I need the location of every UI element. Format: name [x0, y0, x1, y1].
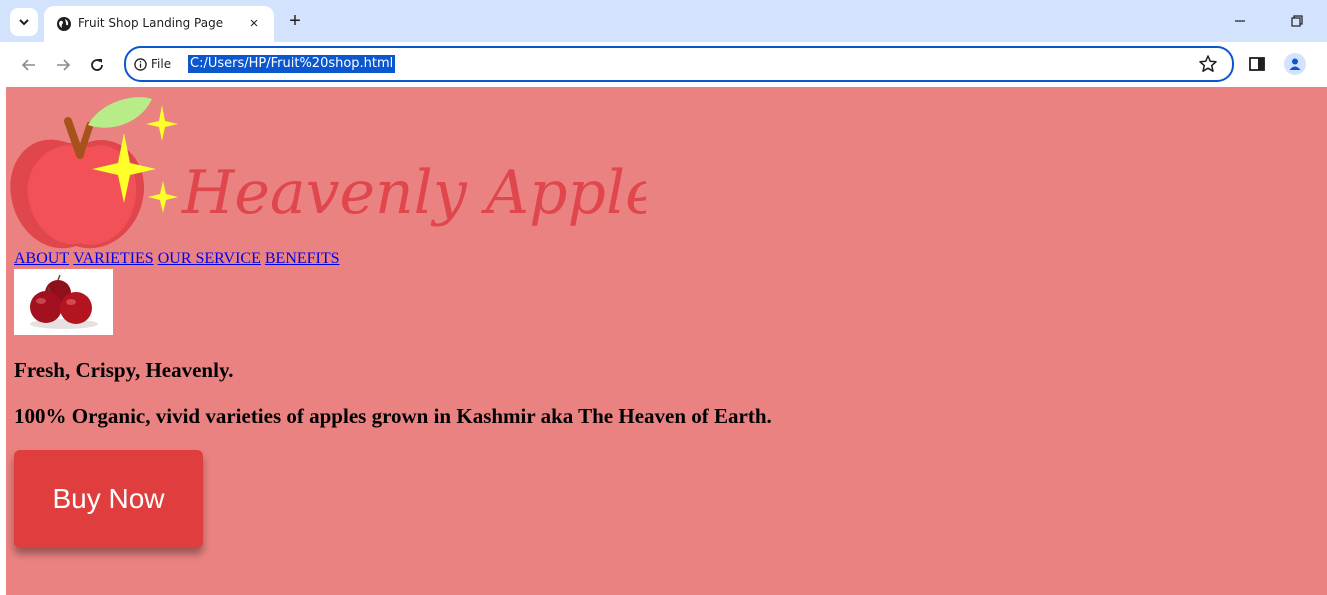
buy-now-button[interactable]: Buy Now	[14, 450, 203, 548]
page-viewport: Heavenly Apple ABOUT VARIETIES OUR SERVICE…	[6, 87, 1327, 595]
address-bar[interactable]: File C:/Users/HP/Fruit%20shop.html	[124, 46, 1234, 82]
heavenly-apple-logo: Heavenly Apple	[10, 97, 646, 249]
back-arrow-icon	[21, 59, 35, 71]
reload-button[interactable]	[86, 54, 108, 76]
nav-link-about[interactable]: ABOUT	[14, 250, 69, 267]
site-info-chip[interactable]: File	[134, 55, 171, 73]
main-nav: ABOUT VARIETIES OUR SERVICE BENEFITS	[14, 250, 344, 268]
tab-title: Fruit Shop Landing Page	[78, 16, 224, 30]
nav-link-our-service[interactable]: OUR SERVICE	[158, 250, 261, 267]
browser-toolbar: File C:/Users/HP/Fruit%20shop.html	[0, 42, 1327, 87]
active-tab[interactable]: Fruit Shop Landing Page ×	[44, 6, 274, 42]
nav-link-varieties[interactable]: VARIETIES	[73, 250, 154, 267]
forward-button[interactable]	[52, 54, 74, 76]
logo-text: Heavenly Apple	[181, 158, 646, 228]
apples-photo	[14, 269, 113, 335]
site-info-label: File	[151, 57, 172, 71]
url-text[interactable]: C:/Users/HP/Fruit%20shop.html	[188, 55, 396, 73]
back-button[interactable]	[18, 54, 40, 76]
info-icon	[134, 57, 147, 71]
star-icon[interactable]	[1198, 54, 1218, 74]
plus-icon[interactable]: +	[284, 10, 306, 32]
description: 100% Organic, vivid varieties of apples …	[14, 404, 772, 428]
profile-icon	[1289, 58, 1301, 70]
tab-search-icon	[19, 19, 29, 26]
reload-icon	[91, 59, 103, 71]
close-icon[interactable]: ×	[244, 13, 264, 33]
forward-arrow-icon	[57, 59, 71, 71]
tab-strip: Fruit Shop Landing Page × +	[0, 0, 1327, 42]
tab-search-button[interactable]	[10, 8, 38, 36]
globe-icon	[57, 17, 71, 31]
restore-icon[interactable]	[1285, 10, 1309, 32]
nav-link-benefits[interactable]: BENEFITS	[265, 250, 340, 267]
minimize-icon[interactable]	[1228, 10, 1252, 32]
tagline: Fresh, Crispy, Heavenly.	[14, 358, 234, 382]
profile-button[interactable]	[1284, 53, 1306, 75]
side-panel-icon[interactable]	[1248, 55, 1266, 73]
